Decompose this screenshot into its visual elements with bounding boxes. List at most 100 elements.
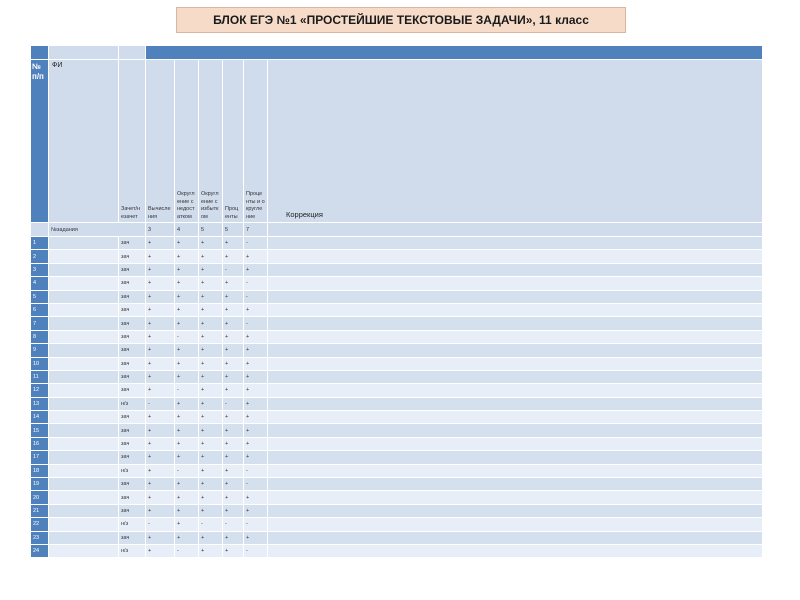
mark-cell: + — [198, 249, 223, 264]
table-row: 24 н/з + - + + - — [30, 543, 764, 559]
mark-cell: + — [243, 262, 268, 278]
mark-cell: - — [145, 396, 175, 412]
mark-cell: + — [198, 235, 223, 251]
mark-cell: + — [145, 249, 175, 264]
header-row: № п/п ФИ Зачет/незачет Вычисления Округл… — [30, 59, 764, 223]
mark-cell: + — [145, 262, 175, 278]
status-cell: зач — [118, 343, 146, 358]
header-percent: Проценты — [222, 59, 244, 223]
row-number: 14 — [30, 410, 49, 425]
status-cell: зач — [118, 423, 146, 438]
task-number: 5 — [222, 222, 244, 237]
mark-cell: + — [198, 477, 223, 492]
mark-cell: + — [222, 436, 244, 452]
mark-cell: + — [174, 490, 199, 505]
header-fi: ФИ — [48, 59, 119, 223]
mark-cell: + — [174, 343, 199, 358]
row-number: 5 — [30, 289, 49, 304]
student-name-cell — [48, 463, 119, 479]
mark-cell: + — [222, 276, 244, 291]
table-row: 2 зач + + + + + — [30, 249, 764, 264]
mark-cell: - — [174, 543, 199, 559]
student-name-cell — [48, 249, 119, 264]
mark-cell: + — [145, 316, 175, 331]
mark-cell: + — [222, 369, 244, 385]
mark-cell: - — [243, 276, 268, 291]
table-row: 4 зач + + + + - — [30, 276, 764, 291]
correction-cell — [266, 249, 764, 264]
correction-cell — [266, 423, 764, 438]
results-table-container: № п/п ФИ Зачет/незачет Вычисления Округл… — [30, 45, 764, 559]
mark-cell: - — [222, 517, 244, 532]
mark-cell: + — [174, 450, 199, 465]
mark-cell: + — [145, 343, 175, 358]
correction-cell — [266, 329, 764, 345]
row-number: 2 — [30, 249, 49, 264]
mark-cell: + — [198, 316, 223, 331]
status-cell: н/з — [118, 517, 146, 532]
mark-cell: + — [174, 369, 199, 385]
mark-cell: + — [145, 302, 175, 318]
row-number: 7 — [30, 316, 49, 331]
correction-cell — [266, 369, 764, 385]
status-cell: зач — [118, 302, 146, 318]
mark-cell: + — [174, 503, 199, 519]
mark-cell: + — [198, 450, 223, 465]
mark-cell: + — [243, 396, 268, 412]
header-num: № п/п — [30, 59, 49, 223]
mark-cell: + — [145, 450, 175, 465]
mark-cell: - — [222, 396, 244, 412]
mark-cell: + — [198, 289, 223, 304]
header-round-down: Округление с недостатком — [174, 59, 199, 223]
table-row: 23 зач + + + + + — [30, 530, 764, 545]
status-cell: зач — [118, 289, 146, 304]
mark-cell: + — [198, 463, 223, 479]
mark-cell: + — [174, 249, 199, 264]
mark-cell: + — [198, 436, 223, 452]
mark-cell: + — [222, 329, 244, 345]
mark-cell: + — [243, 530, 268, 545]
mark-cell: + — [174, 356, 199, 371]
mark-cell: + — [145, 490, 175, 505]
mark-cell: + — [222, 356, 244, 371]
mark-cell: + — [145, 423, 175, 438]
task-number: 7 — [243, 222, 268, 237]
mark-cell: + — [145, 276, 175, 291]
table-row: 17 зач + + + + + — [30, 450, 764, 465]
mark-cell: + — [174, 235, 199, 251]
table-row: 5 зач + + + + - — [30, 289, 764, 304]
row-number: 21 — [30, 503, 49, 519]
mark-cell: + — [243, 356, 268, 371]
correction-cell — [266, 276, 764, 291]
mark-cell: + — [222, 463, 244, 479]
mark-cell: - — [174, 463, 199, 479]
student-name-cell — [48, 530, 119, 545]
mark-cell: + — [145, 410, 175, 425]
row-number: 4 — [30, 276, 49, 291]
mark-cell: + — [145, 289, 175, 304]
mark-cell: + — [145, 436, 175, 452]
row-number: 20 — [30, 490, 49, 505]
table-row: 21 зач + + + + + — [30, 503, 764, 519]
mark-cell: + — [198, 410, 223, 425]
mark-cell: + — [243, 410, 268, 425]
mark-cell: + — [174, 517, 199, 532]
student-name-cell — [48, 423, 119, 438]
student-name-cell — [48, 289, 119, 304]
mark-cell: + — [198, 383, 223, 398]
status-cell: зач — [118, 262, 146, 278]
row-number: 1 — [30, 235, 49, 251]
table-row: 18 н/з + - + + - — [30, 463, 764, 479]
mark-cell: - — [174, 383, 199, 398]
mark-cell: - — [243, 463, 268, 479]
top-strip-status — [118, 45, 146, 60]
header-status: Зачет/незачет — [118, 59, 146, 223]
row-number: 17 — [30, 450, 49, 465]
status-cell: зач — [118, 530, 146, 545]
student-name-cell — [48, 503, 119, 519]
status-cell: н/з — [118, 463, 146, 479]
mark-cell: + — [222, 543, 244, 559]
row-number: 18 — [30, 463, 49, 479]
mark-cell: - — [222, 262, 244, 278]
task-number: 4 — [174, 222, 199, 237]
